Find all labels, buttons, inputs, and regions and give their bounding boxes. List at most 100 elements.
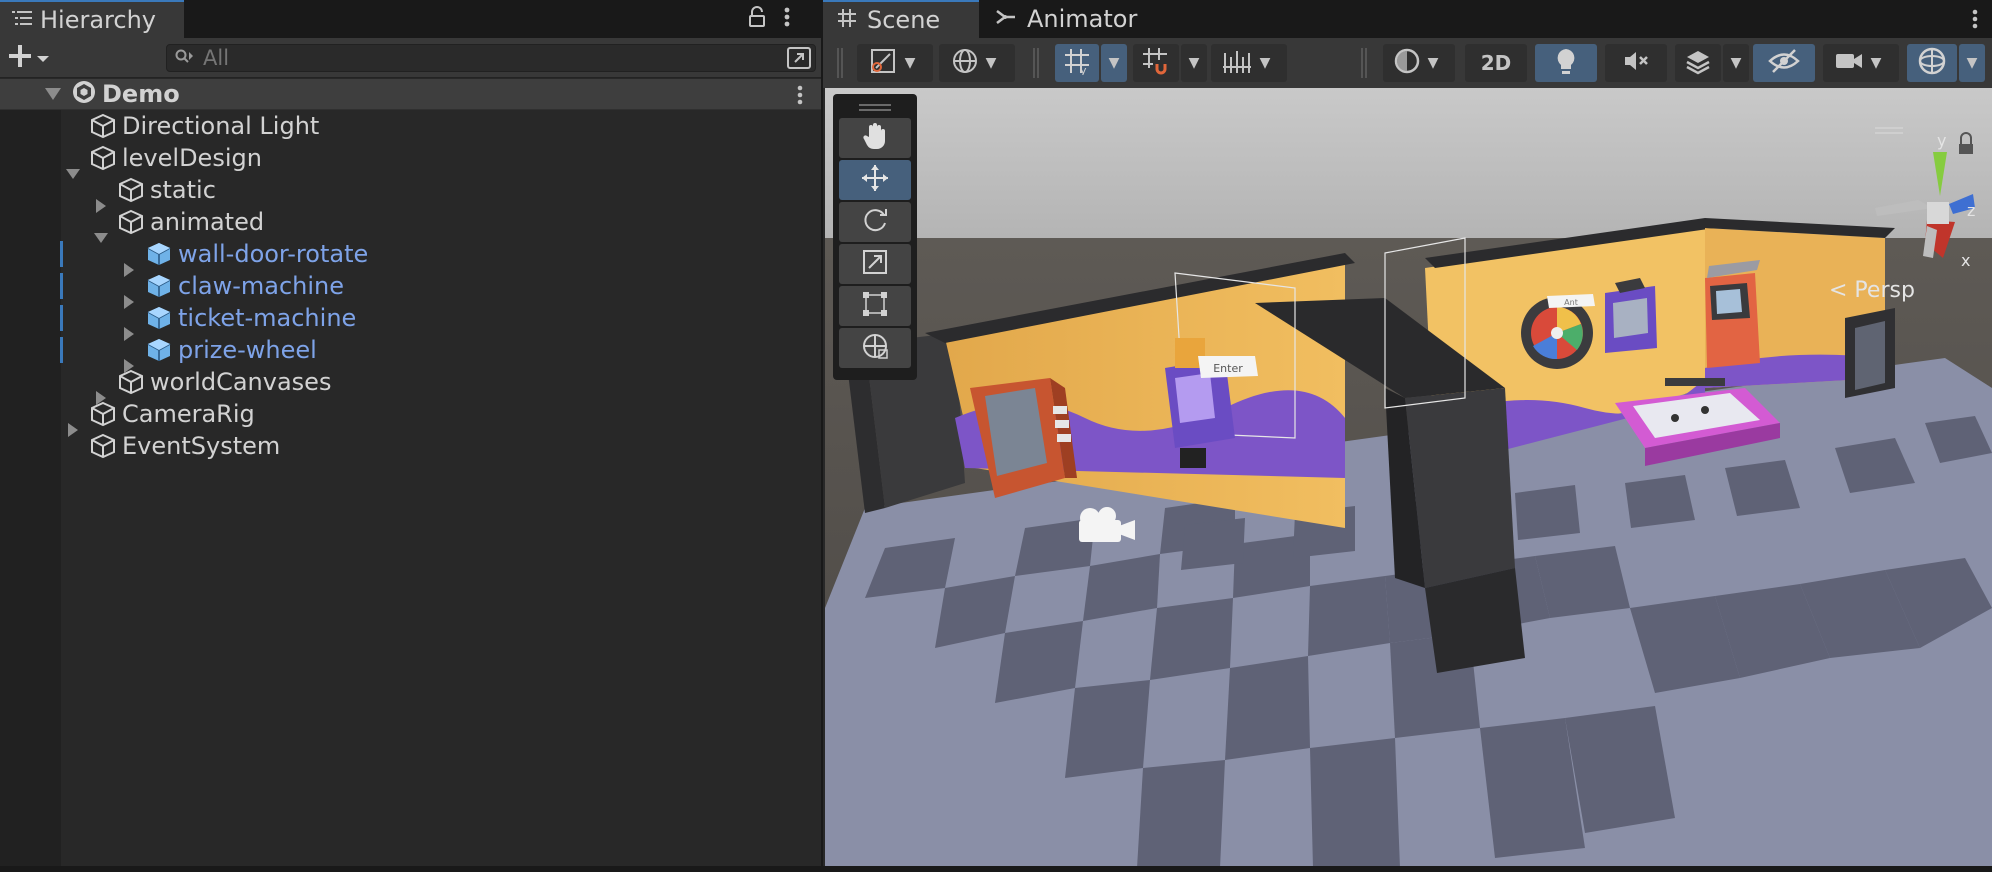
- increment-snapping-button[interactable]: ▼: [1211, 44, 1287, 82]
- svg-text:y: y: [1080, 64, 1087, 75]
- ticket-machine-model: [1705, 260, 1760, 368]
- gameobject-cube-icon: [118, 177, 144, 203]
- hierarchy-row-label: animated: [150, 208, 265, 236]
- shaded-sphere-icon: [1393, 47, 1421, 79]
- create-button[interactable]: [8, 44, 60, 72]
- video-camera-icon: [1834, 49, 1864, 77]
- chevron-down-icon: [36, 49, 50, 68]
- toolbar-grip[interactable]: [837, 48, 843, 78]
- hierarchy-row[interactable]: animated: [0, 206, 821, 243]
- pivot-icon: [868, 46, 898, 80]
- scene-toolbar: ▼ ▼ y ▼ ▼ ▼ ▼ 2D ▼ ▼ ▼: [823, 38, 1992, 88]
- gizmo-x-label: x: [1961, 251, 1970, 268]
- rect-tool-button[interactable]: [839, 286, 911, 326]
- chevron-down-icon: ▼: [1870, 55, 1882, 71]
- hierarchy-row[interactable]: EventSystem: [0, 430, 821, 462]
- audio-mute-icon: [1622, 48, 1650, 78]
- gameobject-cube-icon: [90, 113, 116, 139]
- world-label-wheel: Ant: [1564, 298, 1578, 307]
- more-options-icon[interactable]: [784, 6, 790, 32]
- hierarchy-row-label: claw-machine: [178, 272, 344, 300]
- scene-more-options-icon[interactable]: [1972, 8, 1978, 34]
- hand-tool-button[interactable]: [839, 118, 911, 158]
- scale-tool-button[interactable]: [839, 244, 911, 284]
- hierarchy-tree: Demo Directional Light levelDesign static a…: [0, 79, 821, 872]
- tool-handle-rotation-button[interactable]: ▼: [939, 44, 1015, 82]
- scene-audio-button[interactable]: [1605, 44, 1667, 82]
- gameobject-cube-icon: [90, 145, 116, 171]
- hierarchy-search[interactable]: [166, 44, 816, 72]
- tool-palette-handle[interactable]: [839, 98, 911, 116]
- grid-snapping-button[interactable]: [1133, 44, 1179, 82]
- hierarchy-row[interactable]: static: [0, 174, 821, 213]
- light-bulb-icon: [1554, 47, 1578, 79]
- chevron-down-icon: ▼: [1427, 55, 1439, 71]
- hierarchy-row-label: levelDesign: [122, 144, 262, 172]
- projection-label[interactable]: < Persp: [1829, 278, 1915, 303]
- gizmos-button[interactable]: [1907, 44, 1957, 82]
- hierarchy-row[interactable]: wall-door-rotate: [0, 238, 821, 277]
- animator-icon: [995, 7, 1017, 31]
- transform-tool-button[interactable]: [839, 328, 911, 368]
- scene-more-icon[interactable]: [797, 84, 803, 110]
- hierarchy-row[interactable]: ticket-machine: [0, 302, 821, 341]
- scene-visibility-button[interactable]: [1753, 44, 1815, 82]
- chevron-down-icon: ▼: [1259, 55, 1271, 71]
- effects-options-dropdown[interactable]: ▼: [1723, 44, 1749, 82]
- hierarchy-row[interactable]: worldCanvases: [0, 366, 821, 405]
- scene-panel: Scene Animator ▼ ▼ y ▼ ▼ ▼ ▼ 2D ▼ ▼ ▼ En…: [823, 0, 1992, 872]
- hierarchy-row[interactable]: CameraRig: [0, 398, 821, 437]
- hierarchy-tabbar: Hierarchy: [0, 0, 821, 38]
- hierarchy-row-label: worldCanvases: [150, 368, 332, 396]
- search-icon: [175, 48, 195, 68]
- plus-icon: [8, 44, 32, 72]
- gizmos-options-dropdown[interactable]: ▼: [1959, 44, 1985, 82]
- tab-hierarchy[interactable]: Hierarchy: [0, 0, 184, 38]
- scene-effects-button[interactable]: [1675, 44, 1721, 82]
- toggle-2d-button[interactable]: 2D: [1465, 44, 1527, 82]
- grid-y-icon: y: [1063, 47, 1091, 79]
- draw-mode-button[interactable]: ▼: [1383, 44, 1455, 82]
- hierarchy-row-label: EventSystem: [122, 432, 281, 460]
- scene-camera-button[interactable]: ▼: [1823, 44, 1899, 82]
- tab-scene[interactable]: Scene: [823, 0, 979, 38]
- tool-handle-position-button[interactable]: ▼: [857, 44, 933, 82]
- prefab-override-mark: [60, 305, 63, 331]
- orientation-gizmo[interactable]: y z x: [1815, 108, 1975, 270]
- search-input[interactable]: [203, 46, 763, 70]
- prize-wheel-model: [1521, 297, 1593, 369]
- toolbar-grip[interactable]: [1033, 48, 1039, 78]
- rotate-tool-button[interactable]: [839, 202, 911, 242]
- gizmo-sphere-icon: [1917, 46, 1947, 80]
- toolbar-grip[interactable]: [1361, 48, 1367, 78]
- tool-palette: [833, 94, 917, 380]
- snapping-options-dropdown[interactable]: ▼: [1181, 44, 1207, 82]
- scale-icon: [861, 248, 889, 280]
- scene-viewport[interactable]: Enter Ant y z x < Persp: [825, 88, 1992, 868]
- move-tool-button[interactable]: [839, 160, 911, 200]
- hidden-eye-icon: [1768, 48, 1800, 78]
- scene-lighting-button[interactable]: [1535, 44, 1597, 82]
- hierarchy-row[interactable]: claw-machine: [0, 270, 821, 309]
- scene-root-row[interactable]: Demo: [0, 79, 821, 110]
- layers-effects-icon: [1684, 47, 1712, 79]
- prefab-cube-icon: [146, 305, 172, 331]
- hierarchy-toolbar: [0, 38, 821, 78]
- hierarchy-row[interactable]: Directional Light: [0, 110, 821, 142]
- hierarchy-row[interactable]: levelDesign: [0, 142, 821, 179]
- grid-options-dropdown[interactable]: ▼: [1101, 44, 1127, 82]
- hand-icon: [861, 121, 889, 155]
- tab-animator[interactable]: Animator: [981, 0, 1141, 38]
- grid-visibility-button[interactable]: y: [1055, 44, 1099, 82]
- hierarchy-row-label: prize-wheel: [178, 336, 317, 364]
- expand-arrow-open-icon[interactable]: [0, 87, 62, 101]
- hierarchy-row-label: wall-door-rotate: [178, 240, 369, 268]
- scene-search-toggle-icon[interactable]: [785, 46, 813, 70]
- transform-icon: [860, 331, 890, 365]
- hierarchy-row[interactable]: prize-wheel: [0, 334, 821, 373]
- hierarchy-panel: Hierarchy All Demo Directional Light lev…: [0, 0, 821, 872]
- hierarchy-row-label: Directional Light: [122, 112, 320, 140]
- chevron-down-icon: ▼: [1188, 55, 1200, 71]
- lock-icon[interactable]: [748, 6, 766, 32]
- gameobject-cube-icon: [90, 401, 116, 427]
